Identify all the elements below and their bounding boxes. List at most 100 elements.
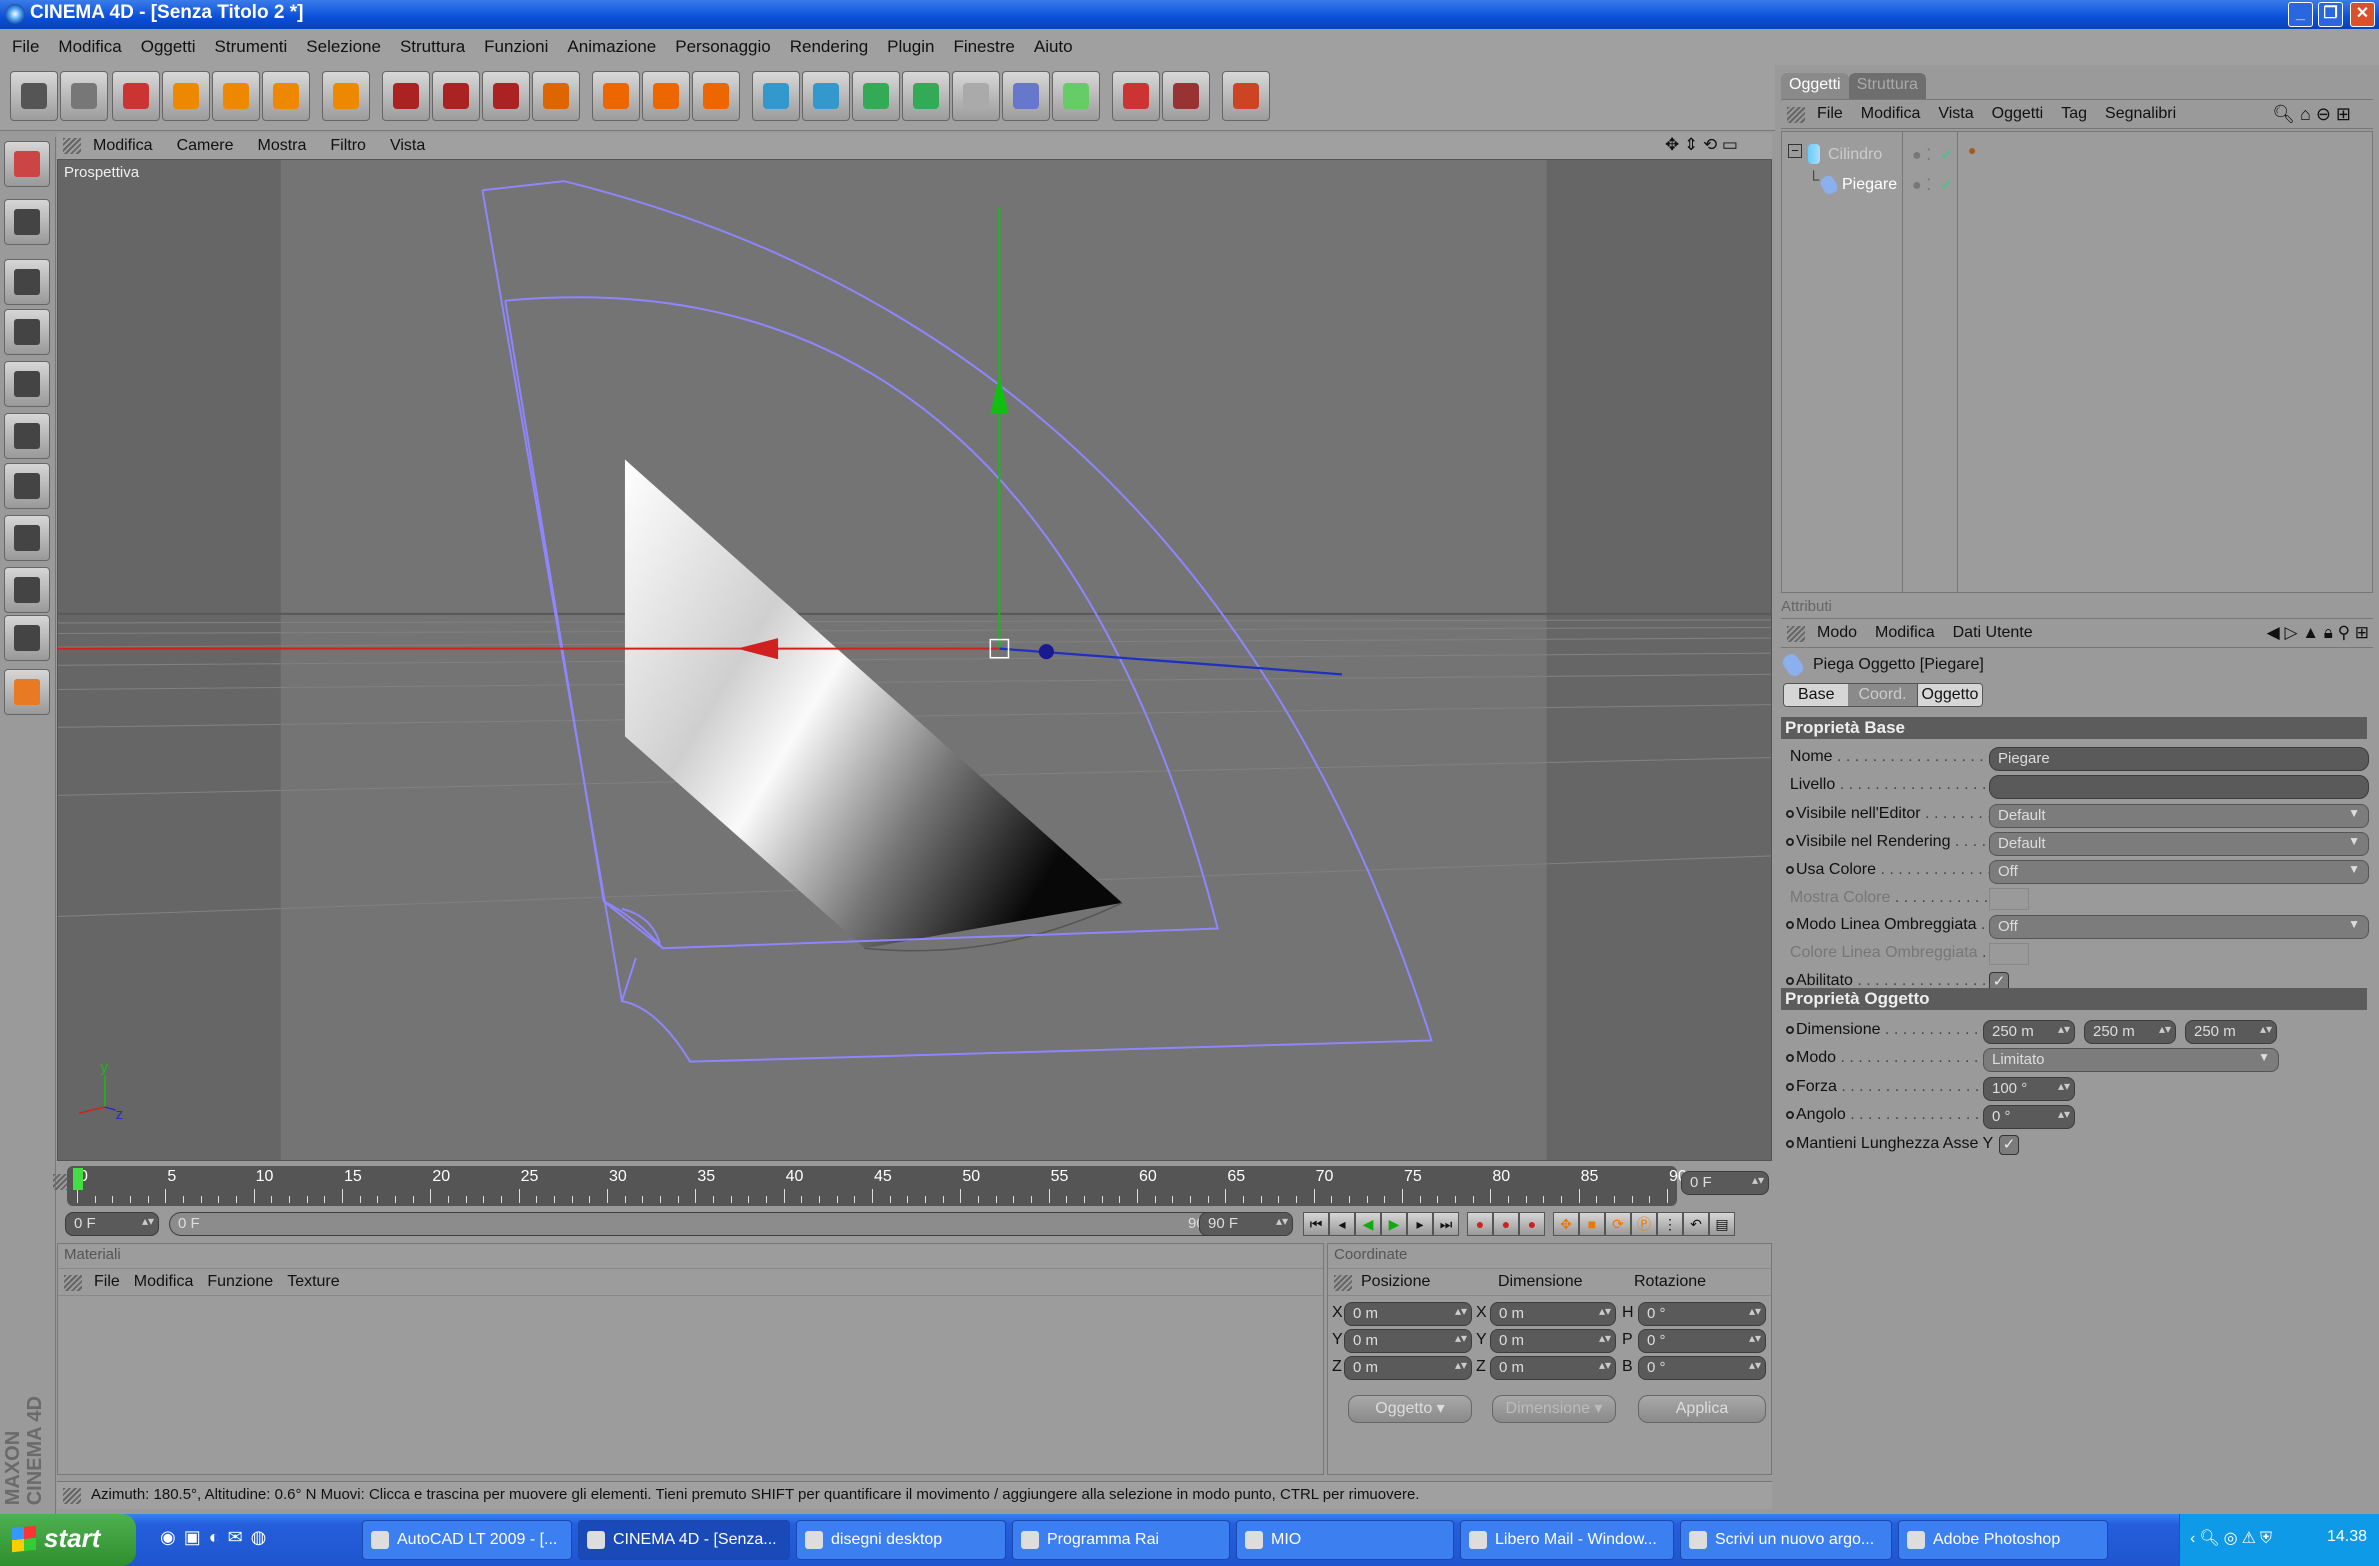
display-color-swatch[interactable] [1989,888,2029,910]
spinner-icon[interactable]: ▴▾ [1749,1358,1761,1372]
grip-handle[interactable] [63,138,81,154]
spinner-icon[interactable]: ▴▾ [1455,1358,1467,1372]
edges-button[interactable] [4,413,50,459]
animation-dot-icon[interactable] [1786,1026,1794,1034]
scene-button[interactable] [1002,71,1050,121]
mat-menu-modifica[interactable]: Modifica [134,1273,194,1291]
tweak-button[interactable] [4,615,50,661]
attr-menu-modo[interactable]: Modo [1817,624,1857,642]
go-to-end-button[interactable]: ⏭ [1433,1212,1459,1236]
position-x-field[interactable]: 0 m ▴▾ [1344,1302,1472,1326]
z-axis-button[interactable] [482,71,530,121]
menu-animazione[interactable]: Animazione [567,37,656,57]
vp-menu-vista[interactable]: Vista [390,137,425,155]
play-forward-button[interactable]: ▶ [1381,1212,1407,1236]
timeline-button[interactable] [1162,71,1210,121]
minimize-button[interactable]: _ [2288,2,2313,27]
spinner-icon[interactable]: ▴▾ [1599,1304,1611,1318]
search-home-icons[interactable]: 🔍︎ ⌂ ⊖ ⊞ [2272,104,2351,125]
obj-menu-tag[interactable]: Tag [2061,105,2087,123]
attr-menu-dati-utente[interactable]: Dati Utente [1953,624,2033,642]
shaded-line-mode-dropdown[interactable]: Off ▼ [1989,915,2369,939]
next-frame-button[interactable]: ▸ [1407,1212,1433,1236]
obj-menu-segnalibri[interactable]: Segnalibri [2105,105,2176,123]
keyframe-selection-button[interactable]: ● [1519,1212,1545,1236]
help-button[interactable] [1112,71,1160,121]
use-color-dropdown[interactable]: Off ▼ [1989,860,2369,884]
close-button[interactable]: ✕ [2350,2,2375,27]
nurbs-button[interactable] [852,71,900,121]
render-picture-viewer-button[interactable] [692,71,740,121]
grip-handle[interactable] [63,1488,81,1504]
enabled-check-icon[interactable]: ✓ [1940,145,1953,165]
menu-oggetti[interactable]: Oggetti [141,37,196,57]
tab-oggetto[interactable]: Oggetto [1916,684,1983,706]
menu-funzioni[interactable]: Funzioni [484,37,548,57]
maximize-button[interactable]: ❐ [2318,2,2343,27]
menu-plugin[interactable]: Plugin [887,37,934,57]
mat-menu-funzione[interactable]: Funzione [207,1273,273,1291]
enabled-check-icon[interactable]: ✓ [1940,175,1953,195]
spinner-icon[interactable]: ▴▾ [2260,1022,2272,1036]
size-y-field[interactable]: 0 m ▴▾ [1490,1329,1616,1353]
dimension-y-field[interactable]: 250 m ▴▾ [2084,1020,2176,1044]
spinner-icon[interactable]: ▴▾ [1599,1358,1611,1372]
previous-frame-button[interactable]: ◂ [1329,1212,1355,1236]
spinner-icon[interactable]: ▴▾ [1599,1331,1611,1345]
live-selection-button[interactable] [112,71,160,121]
timeline[interactable]: 0 5 10 15 20 25 30 35 40 45 50 55 60 65 70 75 80 85 90 0 F… [53,1164,1772,1210]
menu-strumenti[interactable]: Strumenti [215,37,288,57]
model-tool-button[interactable] [4,199,50,245]
vp-menu-mostra[interactable]: Mostra [257,137,306,155]
rotate-button[interactable] [262,71,310,121]
undo-button[interactable] [10,71,58,121]
material-tag-icon[interactable]: ● [1968,142,1976,158]
keep-y-length-checkbox[interactable]: ✓ [1999,1135,2019,1155]
tab-oggetti[interactable]: Oggetti [1781,73,1849,99]
quick-launch-icons[interactable]: ◉▣◐✉◍ [160,1527,274,1548]
polygons-button[interactable] [4,463,50,509]
spinner-icon[interactable]: ▴▾ [2058,1022,2070,1036]
vp-menu-modifica[interactable]: Modifica [93,137,153,155]
current-frame-field[interactable]: 0 F ▴▾ [1681,1171,1769,1195]
timeline-ruler[interactable]: 0 5 10 15 20 25 30 35 40 45 50 55 60 65 70 75 80 85 90 [67,1166,1687,1206]
tab-base[interactable]: Base [1784,684,1849,706]
grip-handle[interactable] [1787,107,1805,123]
spinner-icon[interactable]: ▴▾ [1455,1331,1467,1345]
key-pla-icon[interactable]: ⋮ [1657,1212,1683,1236]
grip-handle[interactable] [1787,626,1805,642]
start-button[interactable]: start [0,1514,136,1566]
x-axis-button[interactable] [382,71,430,121]
viewport-canvas[interactable]: yz [57,160,1772,1160]
playhead[interactable] [73,1168,83,1190]
key-scale-icon[interactable]: ■ [1579,1212,1605,1236]
spinner-icon[interactable]: ▴▾ [1455,1304,1467,1318]
points-button[interactable] [4,361,50,407]
visible-editor-dropdown[interactable]: Default ▼ [1989,804,2369,828]
object-name[interactable]: Cilindro [1828,146,1882,164]
checker-button[interactable] [4,567,50,613]
dimension-z-field[interactable]: 250 m ▴▾ [2185,1020,2277,1044]
mode-dropdown[interactable]: Limitato ▼ [1983,1048,2279,1072]
size-x-field[interactable]: 0 m ▴▾ [1490,1302,1616,1326]
camera-button[interactable] [4,141,50,187]
size-z-field[interactable]: 0 m ▴▾ [1490,1356,1616,1380]
coordinate-system-button[interactable] [532,71,580,121]
animation-dot-icon[interactable] [1786,1054,1794,1062]
sculpt-button[interactable] [4,669,50,715]
animation-dot-icon[interactable] [1786,1140,1794,1148]
scale-button[interactable] [212,71,260,121]
obj-menu-oggetti[interactable]: Oggetti [1992,105,2044,123]
animation-dot-icon[interactable] [1786,1083,1794,1091]
key-position-icon[interactable]: ✥ [1553,1212,1579,1236]
end-frame-field[interactable]: 90 F ▴▾ [1199,1212,1293,1236]
taskbar-item[interactable]: Adobe Photoshop [1898,1520,2108,1560]
rotation-h-field[interactable]: 0 ° ▴▾ [1638,1302,1766,1326]
animation-dot-icon[interactable] [1786,838,1794,846]
taskbar-item[interactable]: MIO [1236,1520,1454,1560]
deformer-button[interactable] [952,71,1000,121]
key-parameter-icon[interactable]: Ⓟ [1631,1212,1657,1236]
tray-icons[interactable]: ‹🔍︎◎⚠⛨ [2190,1528,2276,1548]
tab-struttura[interactable]: Struttura [1848,73,1926,99]
menu-rendering[interactable]: Rendering [790,37,868,57]
